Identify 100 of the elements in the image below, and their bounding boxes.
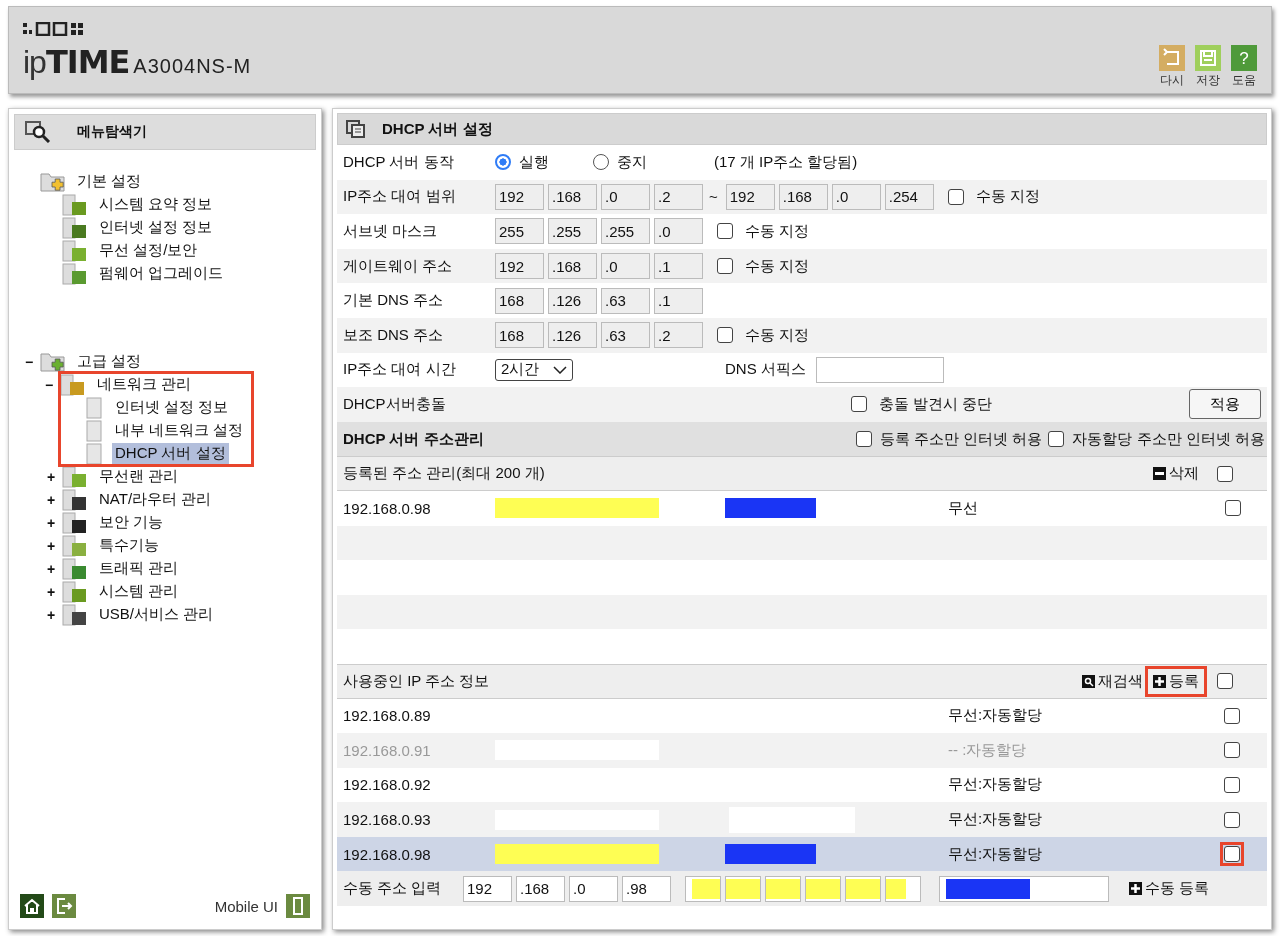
tree-item[interactable]: 인터넷 설정 정보 — [96, 217, 216, 238]
octet-field[interactable]: .0 — [601, 183, 650, 210]
octet-field[interactable]: 168 — [495, 287, 544, 314]
collapse-toggle[interactable]: − — [38, 376, 60, 393]
tree-item[interactable]: 시스템 요약 정보 — [96, 194, 216, 215]
page-icon — [86, 419, 102, 442]
octet-field[interactable]: 192 — [725, 183, 775, 210]
checkbox[interactable] — [1224, 707, 1240, 724]
checkbox[interactable] — [855, 431, 872, 448]
section-title: 사용중인 IP 주소 정보 — [343, 671, 490, 691]
name-field[interactable] — [939, 875, 1109, 902]
checkbox[interactable] — [1224, 742, 1240, 759]
octet-field[interactable]: .63 — [601, 322, 650, 349]
type-cell-text: 무선:자동할당 — [948, 810, 1044, 830]
expand-toggle[interactable]: + — [40, 560, 62, 577]
tree-item[interactable]: 내부 네트워크 설정 — [112, 420, 247, 441]
tree-item[interactable]: USB/서비스 관리 — [96, 604, 217, 625]
octet-field[interactable]: 255 — [495, 218, 544, 245]
toolbar-button[interactable]: 저장 — [1195, 45, 1221, 89]
checkbox[interactable] — [947, 188, 964, 205]
apply-button[interactable]: 적용 — [1189, 389, 1261, 420]
delete-button[interactable]: 삭제 — [1149, 462, 1203, 486]
radio-button[interactable] — [495, 154, 511, 171]
expand-toggle[interactable]: + — [40, 583, 62, 600]
select-all-checkbox[interactable] — [1217, 465, 1233, 482]
checkbox[interactable] — [717, 223, 733, 240]
mobile-ui-link[interactable]: Mobile UI — [214, 897, 278, 915]
octet-field[interactable]: .1 — [654, 287, 703, 314]
tree-item[interactable]: 고급 설정 — [74, 351, 145, 372]
tree-item[interactable]: 트래픽 관리 — [96, 558, 182, 579]
octet-field[interactable]: .168 — [548, 253, 597, 280]
octet-field[interactable]: .0 — [831, 183, 881, 210]
octet-field[interactable]: 192 — [495, 253, 544, 280]
checkbox[interactable] — [1224, 777, 1240, 793]
octet-field[interactable]: .2 — [654, 322, 703, 349]
octet-field[interactable]: .98 — [622, 875, 671, 902]
octet-field[interactable]: .254 — [884, 183, 934, 210]
octet-field[interactable]: .255 — [601, 218, 650, 245]
rescan-button[interactable]: 재검색 — [1078, 669, 1147, 693]
select-all-checkbox[interactable] — [1217, 673, 1233, 690]
manual-register-button[interactable]: 수동 등록 — [1125, 877, 1214, 901]
field-label: 기본 DNS 주소 — [343, 291, 444, 311]
checkbox[interactable] — [1225, 500, 1241, 517]
checkbox-label: 수동 지정 — [975, 187, 1040, 207]
tree-item[interactable]: 인터넷 설정 정보 — [112, 397, 232, 418]
tree-item[interactable]: 네트워크 관리 — [94, 374, 195, 395]
octet-field[interactable]: 192 — [495, 183, 544, 210]
checkbox[interactable] — [717, 327, 733, 344]
octet-field[interactable]: 168 — [495, 322, 544, 349]
phone-icon[interactable] — [286, 894, 310, 918]
toolbar-button[interactable]: ? 도움 — [1231, 45, 1257, 89]
checkbox[interactable] — [1224, 811, 1240, 828]
tree-item[interactable]: 펌웨어 업그레이드 — [96, 263, 227, 284]
field-label: 게이트웨이 주소 — [343, 256, 454, 276]
tree-item[interactable]: NAT/라우터 관리 — [96, 489, 215, 510]
mac-field[interactable] — [885, 875, 921, 902]
collapse-toggle[interactable]: − — [18, 353, 40, 370]
expand-toggle[interactable]: + — [40, 468, 62, 485]
octet-field[interactable]: .168 — [778, 183, 828, 210]
octet-field[interactable]: 192 — [463, 875, 512, 902]
expand-toggle[interactable]: + — [40, 514, 62, 531]
ip-cell-text: 192.168.0.92 — [343, 776, 432, 794]
octet-field[interactable]: .2 — [654, 183, 703, 210]
logout-icon[interactable] — [52, 894, 76, 918]
toolbar-button[interactable]: 다시 — [1159, 45, 1185, 89]
octet-field[interactable]: .1 — [654, 253, 703, 280]
octet-field[interactable]: .168 — [548, 183, 597, 210]
octet-field[interactable]: .0 — [569, 875, 618, 902]
octet-field[interactable]: .126 — [548, 287, 597, 314]
expand-toggle[interactable]: + — [40, 537, 62, 554]
checkbox[interactable] — [851, 396, 867, 413]
logo-icon — [23, 22, 83, 36]
address-row[interactable]: 192.168.0.93 무선:자동할당 — [337, 802, 1267, 837]
octet-field[interactable]: .168 — [516, 875, 565, 902]
octet-field[interactable]: .0 — [601, 253, 650, 280]
checkbox[interactable] — [1048, 431, 1065, 448]
tree-item[interactable]: 보안 기능 — [96, 512, 167, 533]
mac-field[interactable] — [685, 875, 721, 902]
expand-toggle[interactable]: + — [40, 491, 62, 508]
tree-item[interactable]: 기본 설정 — [74, 171, 145, 192]
home-icon[interactable] — [20, 894, 44, 918]
register-button[interactable]: 등록 — [1149, 669, 1203, 693]
tree-item[interactable]: 무선랜 관리 — [96, 466, 182, 487]
octet-field[interactable]: .126 — [548, 322, 597, 349]
lease-time-select[interactable]: 2시간 — [495, 358, 573, 381]
address-row[interactable]: 192.168.0.98 무선:자동할당 — [337, 836, 1267, 872]
octet-field[interactable]: .0 — [654, 218, 703, 245]
address-row[interactable]: 192.168.0.92 무선:자동할당 — [337, 767, 1267, 803]
page-icon — [86, 442, 102, 465]
address-row[interactable]: 192.168.0.89 무선:자동할당 — [337, 698, 1267, 734]
octet-field[interactable]: .63 — [601, 287, 650, 314]
checkbox[interactable] — [717, 258, 733, 275]
radio-label: 중지 — [617, 152, 647, 172]
octet-field[interactable]: .255 — [548, 218, 597, 245]
dns-suffix-field[interactable] — [815, 356, 944, 383]
tree-item[interactable]: 무선 설정/보안 — [96, 240, 201, 261]
expand-toggle[interactable]: + — [40, 606, 62, 623]
tree-item[interactable]: DHCP 서버 설정 — [112, 443, 229, 464]
tree-item[interactable]: 시스템 관리 — [96, 581, 182, 602]
tree-item[interactable]: 특수기능 — [96, 535, 162, 556]
